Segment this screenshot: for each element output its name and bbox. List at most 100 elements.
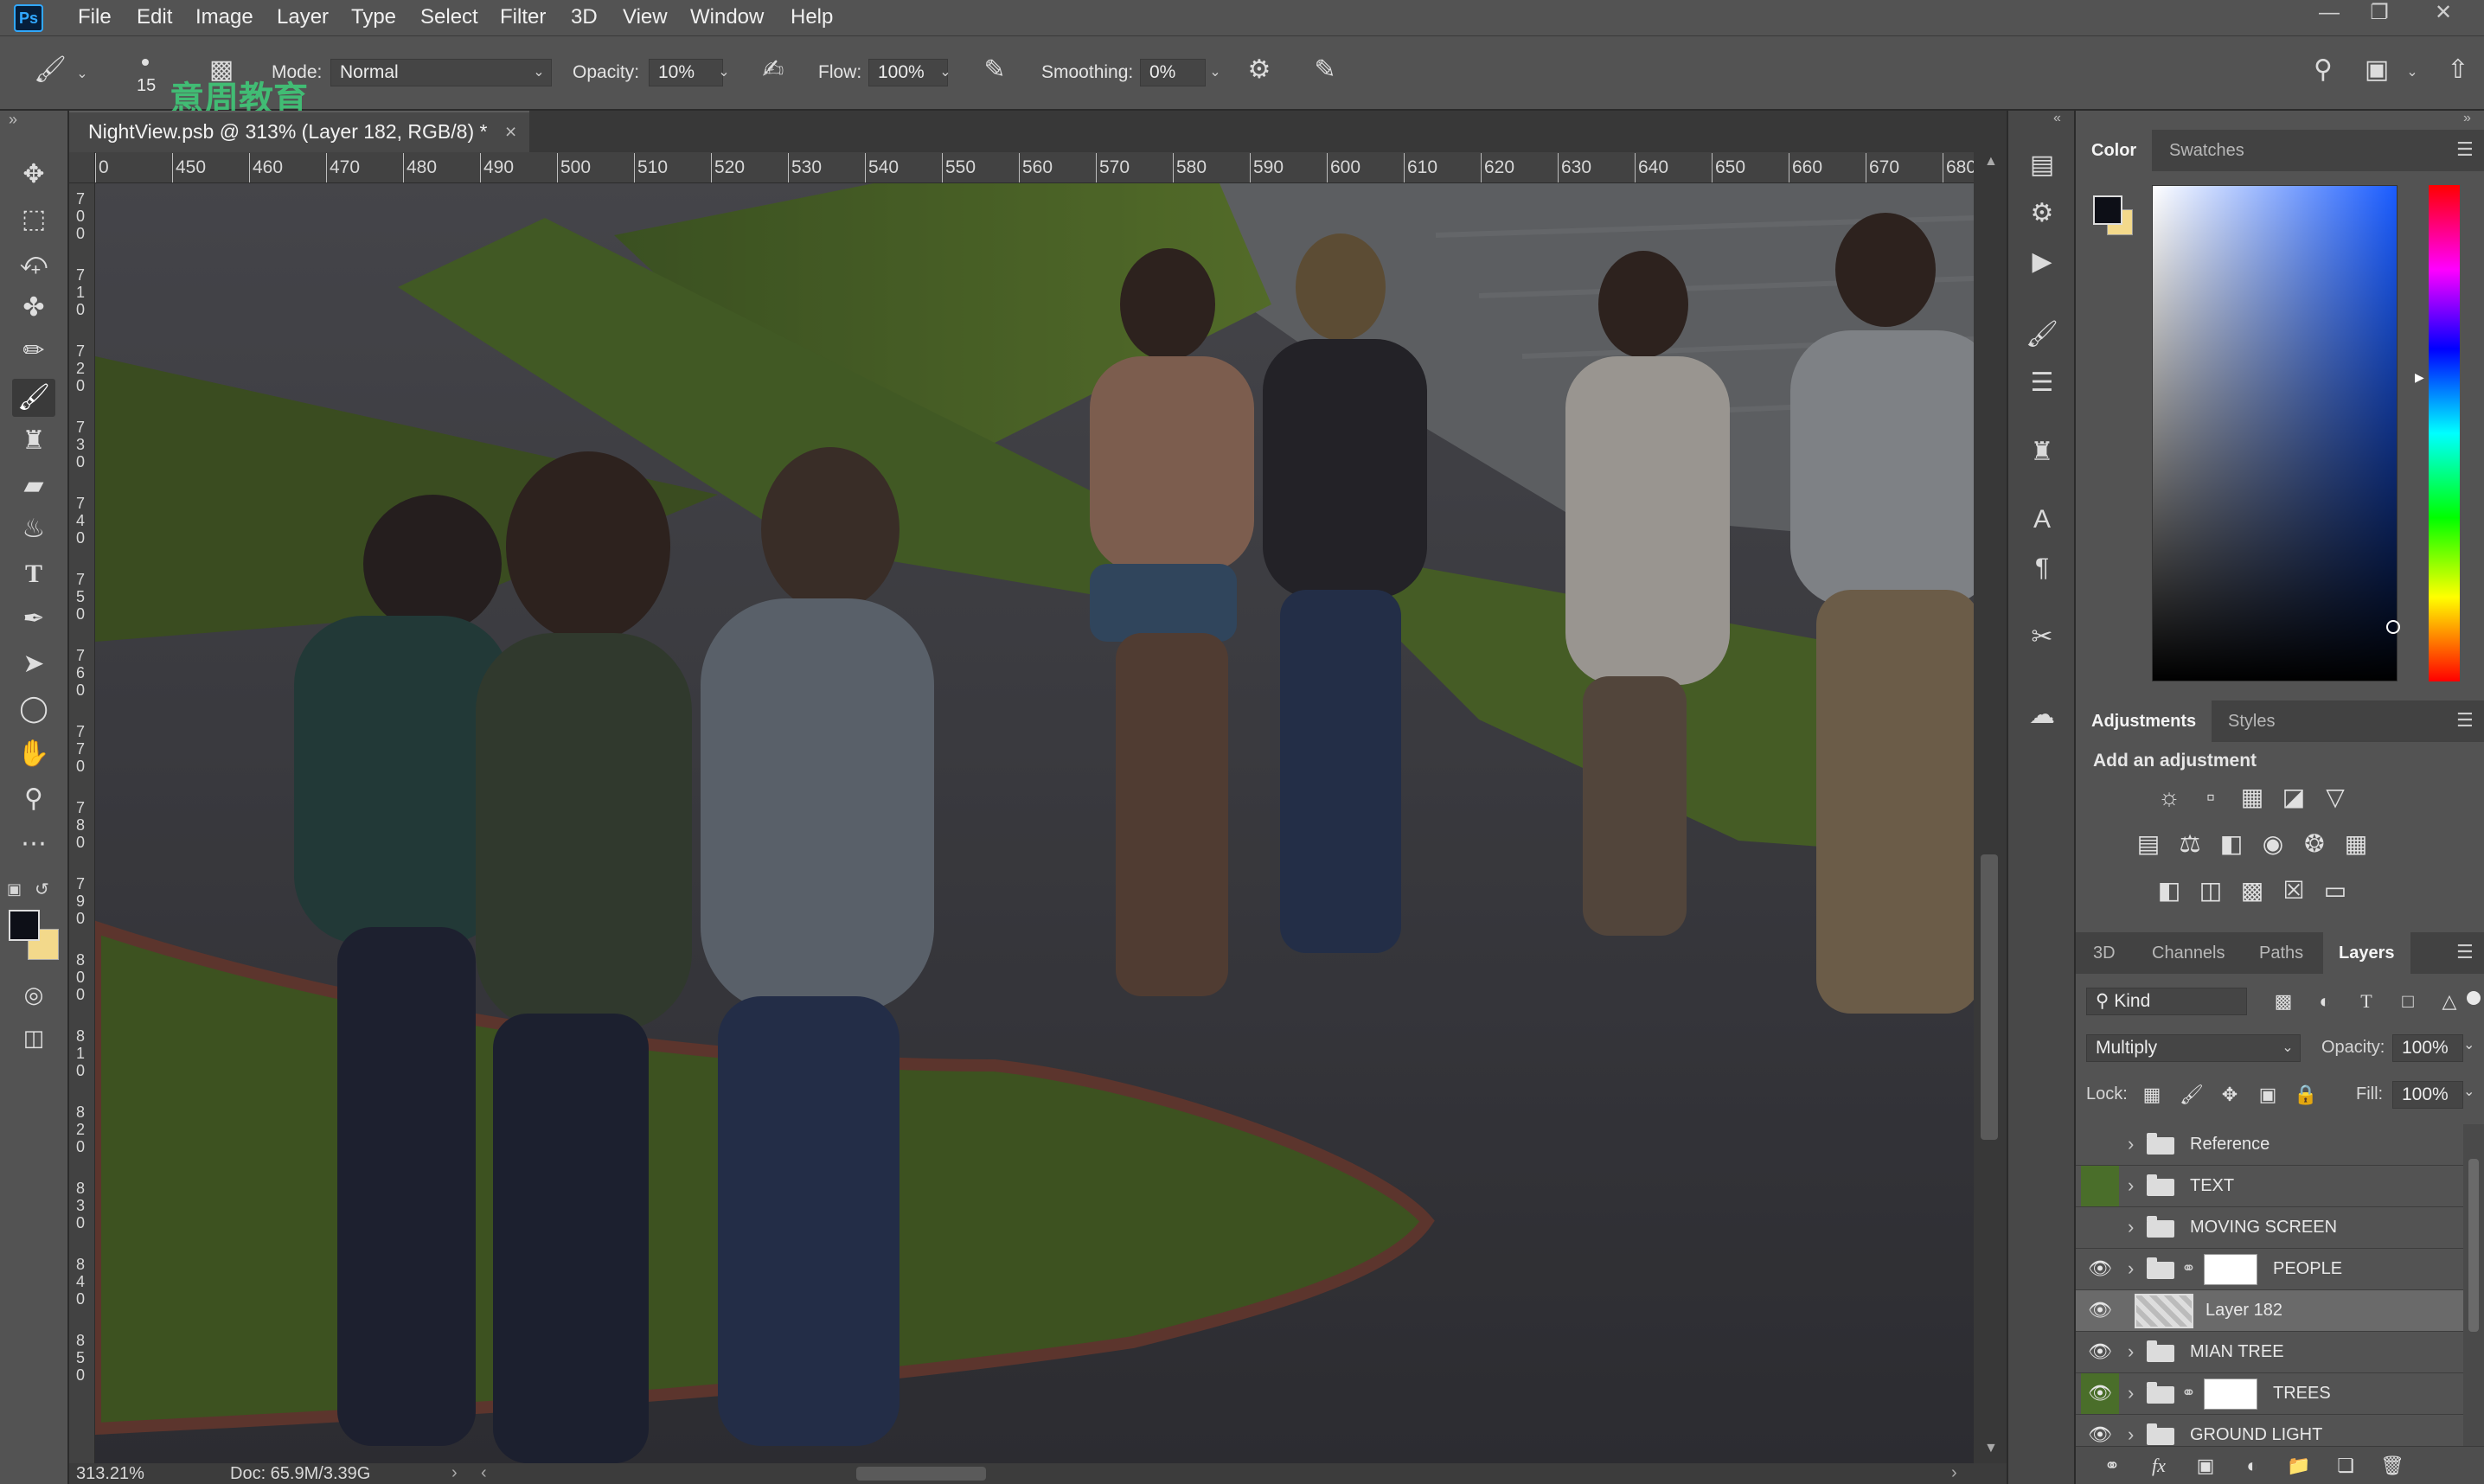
tool-presets-icon[interactable]: ✂ bbox=[2022, 617, 2062, 657]
layer-opacity-input[interactable]: 100% bbox=[2392, 1034, 2463, 1062]
gear-icon[interactable]: ⚙ bbox=[1242, 55, 1277, 90]
brushes-panel-icon[interactable]: ☰ bbox=[2022, 363, 2062, 403]
filter-shape-icon[interactable]: □ bbox=[2392, 986, 2423, 1017]
mode-select[interactable]: Normal bbox=[330, 59, 552, 86]
libraries-panel-icon[interactable]: ☁ bbox=[2022, 695, 2062, 735]
invert-icon[interactable]: ◧ bbox=[2154, 875, 2185, 906]
tab-channels[interactable]: Channels bbox=[2152, 932, 2225, 974]
document-canvas[interactable] bbox=[95, 183, 1974, 1463]
more-tools-icon[interactable]: ⋯ bbox=[12, 825, 55, 863]
tab-3d[interactable]: 3D bbox=[2093, 932, 2116, 974]
tab-adjustments[interactable]: Adjustments bbox=[2076, 700, 2212, 742]
eraser-tool-icon[interactable]: ▰ bbox=[12, 467, 55, 505]
selective-color-icon[interactable]: ☒ bbox=[2278, 875, 2309, 906]
chevron-right-icon[interactable]: › bbox=[2128, 1166, 2134, 1206]
stamp-tool-icon[interactable]: ♜ bbox=[12, 422, 55, 460]
filter-smart-object-icon[interactable]: △ bbox=[2434, 986, 2465, 1017]
scroll-right-icon[interactable]: › bbox=[1951, 1463, 1957, 1483]
type-tool-icon[interactable]: T bbox=[12, 555, 55, 593]
collapse-icon[interactable]: » bbox=[9, 111, 17, 129]
pen-tool-icon[interactable]: ✒ bbox=[12, 600, 55, 638]
menu-type[interactable]: Type bbox=[351, 5, 396, 29]
layer-row[interactable]: 👁 › ⚭ PEOPLE bbox=[2076, 1249, 2463, 1290]
layer-mask-thumbnail[interactable] bbox=[2204, 1254, 2257, 1285]
hue-slider-handle[interactable]: ▶ bbox=[2415, 370, 2424, 385]
tab-styles[interactable]: Styles bbox=[2228, 700, 2275, 742]
marquee-tool-icon[interactable]: ⬚ bbox=[12, 201, 55, 239]
gradient-map-icon[interactable]: ▭ bbox=[2320, 875, 2351, 906]
menu-window[interactable]: Window bbox=[690, 5, 764, 29]
chevron-right-icon[interactable]: › bbox=[2128, 1249, 2134, 1289]
brush-tool-preset-icon[interactable]: 🖌 bbox=[33, 55, 67, 90]
panel-menu-icon[interactable]: ☰ bbox=[2456, 709, 2474, 732]
clone-source-icon[interactable]: ♜ bbox=[2022, 432, 2062, 472]
quick-mask-icon[interactable]: ◎ bbox=[12, 975, 55, 1014]
channel-mixer-icon[interactable]: ❂ bbox=[2299, 828, 2330, 860]
chevron-right-icon[interactable]: › bbox=[2128, 1332, 2134, 1372]
chevron-right-icon[interactable]: › bbox=[2128, 1207, 2134, 1247]
panel-menu-icon[interactable]: ☰ bbox=[2456, 941, 2474, 963]
menu-filter[interactable]: Filter bbox=[500, 5, 546, 29]
chevron-down-icon[interactable]: ⌄ bbox=[71, 61, 93, 88]
foreground-color-swatch[interactable] bbox=[9, 910, 40, 941]
chevron-right-icon[interactable]: › bbox=[2128, 1124, 2134, 1164]
menu-file[interactable]: File bbox=[78, 5, 112, 29]
menu-image[interactable]: Image bbox=[195, 5, 253, 29]
scroll-left-icon[interactable]: ‹ bbox=[481, 1463, 487, 1483]
menu-select[interactable]: Select bbox=[420, 5, 478, 29]
minimize-icon[interactable]: — bbox=[2304, 0, 2354, 28]
layer-style-fx-icon[interactable]: fx bbox=[2143, 1450, 2174, 1481]
chevron-down-icon[interactable]: ⌄ bbox=[713, 59, 735, 86]
link-layers-icon[interactable]: ⚭ bbox=[2097, 1450, 2128, 1481]
eye-visibility-icon[interactable] bbox=[2081, 1207, 2119, 1248]
fill-input[interactable]: 100% bbox=[2392, 1081, 2463, 1109]
swap-colors-icon[interactable]: ↺ bbox=[35, 879, 49, 900]
eye-visibility-icon[interactable]: 👁 bbox=[2081, 1249, 2119, 1289]
vertical-scrollbar[interactable]: ▲ ▼ bbox=[1974, 152, 2007, 1463]
close-icon[interactable]: ✕ bbox=[2418, 0, 2468, 28]
layer-mask-thumbnail[interactable] bbox=[2204, 1378, 2257, 1410]
layer-row[interactable]: › Reference bbox=[2076, 1124, 2463, 1166]
airbrush-icon[interactable]: ✎ bbox=[977, 55, 1012, 90]
scroll-up-icon[interactable]: ▲ bbox=[1984, 154, 1998, 170]
default-colors-icon[interactable]: ▣ bbox=[7, 880, 22, 899]
chevron-down-icon[interactable]: ⌄ bbox=[2401, 59, 2423, 86]
layer-row[interactable]: › TEXT bbox=[2076, 1166, 2463, 1207]
search-icon[interactable]: ⚲ bbox=[2306, 55, 2340, 90]
paragraph-panel-icon[interactable]: ¶ bbox=[2022, 548, 2062, 588]
pressure-size-icon[interactable]: ✎ bbox=[1308, 55, 1342, 90]
zoom-tool-icon[interactable]: ⚲ bbox=[12, 780, 55, 818]
brush-settings-icon[interactable]: 🖌 bbox=[2022, 315, 2062, 355]
panel-menu-icon[interactable]: ☰ bbox=[2456, 138, 2474, 161]
photo-filter-icon[interactable]: ◉ bbox=[2257, 828, 2289, 860]
layers-scrollbar-thumb[interactable] bbox=[2468, 1159, 2479, 1332]
menu-view[interactable]: View bbox=[623, 5, 668, 29]
menu-layer[interactable]: Layer bbox=[277, 5, 329, 29]
status-menu-chevron-icon[interactable]: › bbox=[451, 1463, 458, 1483]
layer-row[interactable]: 👁 › ⚭ TREES bbox=[2076, 1373, 2463, 1415]
scroll-down-icon[interactable]: ▼ bbox=[1984, 1441, 1998, 1456]
menu-help[interactable]: Help bbox=[791, 5, 833, 29]
smoothing-input[interactable]: 0% bbox=[1140, 59, 1206, 86]
color-picker-handle[interactable] bbox=[2386, 620, 2400, 634]
share-icon[interactable]: ⇧ bbox=[2441, 55, 2475, 90]
collapse-icon[interactable]: « bbox=[2053, 111, 2061, 126]
menu-3d[interactable]: 3D bbox=[571, 5, 598, 29]
workspace-icon[interactable]: ▣ bbox=[2359, 55, 2394, 90]
lock-pixels-icon[interactable]: 🖌 bbox=[2176, 1079, 2207, 1110]
eye-visibility-icon[interactable] bbox=[2081, 1124, 2119, 1165]
threshold-icon[interactable]: ▩ bbox=[2237, 875, 2268, 906]
filter-toggle-icon[interactable] bbox=[2467, 991, 2481, 1005]
link-icon[interactable]: ⚭ bbox=[2181, 1257, 2196, 1279]
chevron-right-icon[interactable]: › bbox=[2128, 1415, 2134, 1446]
ellipse-tool-icon[interactable]: ◯ bbox=[12, 690, 55, 728]
tab-swatches[interactable]: Swatches bbox=[2169, 130, 2244, 171]
actions-play-icon[interactable]: ▶ bbox=[2022, 242, 2062, 282]
link-icon[interactable]: ⚭ bbox=[2181, 1382, 2196, 1404]
layer-row[interactable]: 👁 Layer 182 bbox=[2076, 1290, 2463, 1332]
layer-row[interactable]: 👁 › MIAN TREE bbox=[2076, 1332, 2463, 1373]
posterize-icon[interactable]: ◫ bbox=[2195, 875, 2226, 906]
layer-row[interactable]: › MOVING SCREEN bbox=[2076, 1207, 2463, 1249]
new-group-icon[interactable]: 📁 bbox=[2283, 1450, 2314, 1481]
filter-type-icon[interactable]: T bbox=[2351, 986, 2382, 1017]
